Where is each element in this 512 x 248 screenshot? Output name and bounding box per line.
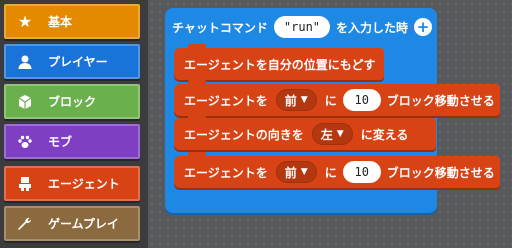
chevron-down-icon: ▼ xyxy=(300,167,308,177)
category-label: 基本 xyxy=(48,15,73,29)
block-label: エージェントの向きを xyxy=(184,127,304,142)
paw-icon xyxy=(16,133,34,151)
block-label: に xyxy=(324,93,337,108)
direction-dropdown[interactable]: 前 ▼ xyxy=(275,161,317,183)
category-gameplay[interactable]: ゲームプレイ xyxy=(4,206,140,241)
category-label: エージェント xyxy=(48,177,120,191)
cube-icon xyxy=(16,93,34,111)
category-agent[interactable]: エージェント xyxy=(4,166,140,201)
distance-number-input[interactable]: 10 xyxy=(342,89,381,111)
block-label: エージェントを xyxy=(184,93,268,108)
event-prefix-label: チャットコマンド xyxy=(172,20,268,35)
direction-dropdown[interactable]: 前 ▼ xyxy=(275,89,317,111)
agent-icon xyxy=(16,175,34,193)
block-label: エージェントを xyxy=(184,165,268,180)
dropdown-value: 前 xyxy=(284,165,297,180)
person-icon xyxy=(16,53,34,71)
makecode-editor: ★ 基本 プレイヤー ブロック モブ エージェント ゲームプレイ チャットコマン… xyxy=(0,0,512,248)
block-label: ブロック移動させる xyxy=(386,165,495,180)
category-label: ゲームプレイ xyxy=(48,217,119,231)
event-suffix-label: を入力した時 xyxy=(336,20,409,35)
chevron-down-icon: ▼ xyxy=(336,129,344,139)
star-icon: ★ xyxy=(17,12,33,31)
category-blocks[interactable]: ブロック xyxy=(4,84,140,119)
category-label: プレイヤー xyxy=(48,55,108,69)
block-label: に xyxy=(324,165,337,180)
dropdown-value: 前 xyxy=(284,93,297,108)
add-parameter-icon[interactable]: + xyxy=(414,18,433,36)
category-mobs[interactable]: モブ xyxy=(4,124,140,159)
turn-direction-dropdown[interactable]: 左 ▼ xyxy=(311,123,353,145)
chevron-down-icon: ▼ xyxy=(300,95,308,105)
agent-teleport-to-player-block[interactable]: エージェントを自分の位置にもどす xyxy=(174,44,384,80)
category-label: ブロック xyxy=(48,95,97,109)
agent-move-block[interactable]: エージェントを 前 ▼ に 10 ブロック移動させる xyxy=(174,80,500,116)
toolbox: ★ 基本 プレイヤー ブロック モブ エージェント ゲームプレイ xyxy=(0,0,148,248)
category-basic[interactable]: ★ 基本 xyxy=(4,4,140,39)
block-label: エージェントを自分の位置にもどす xyxy=(184,57,376,72)
block-label: に変える xyxy=(360,127,409,142)
command-name-input[interactable]: "run" xyxy=(273,16,331,38)
wrench-icon xyxy=(16,215,34,233)
distance-number-input[interactable]: 10 xyxy=(342,161,381,183)
dropdown-value: 左 xyxy=(320,127,333,142)
agent-move-block[interactable]: エージェントを 前 ▼ に 10 ブロック移動させる xyxy=(174,152,500,188)
event-block-header: チャットコマンド "run" を入力した時 + xyxy=(172,14,433,40)
category-label: モブ xyxy=(48,135,73,149)
category-player[interactable]: プレイヤー xyxy=(4,44,140,79)
agent-turn-block[interactable]: エージェントの向きを 左 ▼ に変える xyxy=(174,114,436,150)
block-label: ブロック移動させる xyxy=(386,93,495,108)
